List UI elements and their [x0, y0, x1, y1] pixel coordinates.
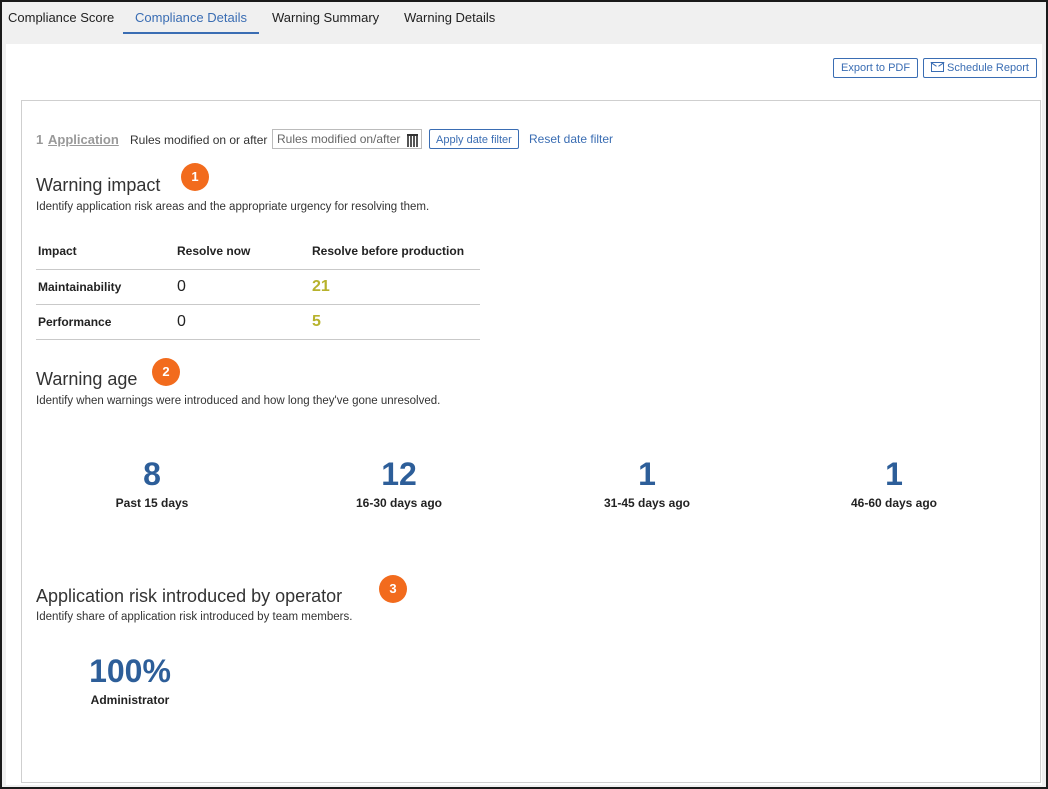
- age-stat-label: 46-60 days ago: [850, 496, 938, 510]
- age-stat-16-30[interactable]: 12 16-30 days ago: [319, 456, 479, 510]
- warning-impact-description: Identify application risk areas and the …: [36, 201, 430, 213]
- age-stat-past-15[interactable]: 8 Past 15 days: [72, 456, 232, 510]
- age-stat-label: Past 15 days: [115, 496, 189, 510]
- schedule-report-label: Schedule Report: [947, 62, 1029, 74]
- operator-risk-description: Identify share of application risk intro…: [36, 611, 353, 623]
- column-header-resolve-before-production: Resolve before production: [310, 233, 480, 270]
- warning-age-title: Warning age: [36, 369, 138, 389]
- rules-date-placeholder: Rules modified on/after: [277, 132, 401, 146]
- operator-stat-administrator[interactable]: 100% Administrator: [50, 653, 210, 707]
- step-badge-1: 1: [181, 163, 209, 191]
- rules-date-input[interactable]: Rules modified on/after: [272, 129, 422, 149]
- column-header-resolve-now: Resolve now: [175, 233, 310, 270]
- age-stat-46-60[interactable]: 1 46-60 days ago: [814, 456, 974, 510]
- impact-label: Performance: [36, 304, 175, 340]
- warning-impact-title: Warning impact: [36, 175, 161, 195]
- rules-modified-label: Rules modified on or after: [130, 133, 268, 147]
- age-stat-value: 8: [143, 456, 161, 492]
- age-stat-value: 1: [885, 456, 903, 492]
- tab-bar: Compliance Score Compliance Details Warn…: [2, 2, 1046, 42]
- table-row: Performance 0 5: [36, 304, 480, 340]
- reset-date-filter-link[interactable]: Reset date filter: [529, 132, 613, 146]
- tab-content: Export to PDF Schedule Report 1 Applicat…: [6, 44, 1042, 785]
- mail-icon: [931, 62, 944, 72]
- resolve-now-value: 0: [175, 269, 310, 305]
- resolve-before-value[interactable]: 5: [310, 304, 480, 340]
- step-badge-3: 3: [379, 575, 407, 603]
- operator-risk-title: Application risk introduced by operator: [36, 586, 343, 606]
- tab-compliance-score[interactable]: Compliance Score: [8, 2, 114, 32]
- age-stat-label: 16-30 days ago: [355, 496, 443, 510]
- calendar-icon[interactable]: [407, 134, 418, 147]
- schedule-report-button[interactable]: Schedule Report: [923, 58, 1037, 78]
- app-window: Compliance Score Compliance Details Warn…: [0, 0, 1048, 789]
- age-stat-label: 31-45 days ago: [603, 496, 691, 510]
- export-pdf-label: Export to PDF: [841, 62, 911, 74]
- resolve-now-value: 0: [175, 304, 310, 340]
- tab-warning-summary[interactable]: Warning Summary: [272, 2, 379, 32]
- column-header-impact: Impact: [36, 233, 175, 270]
- resolve-before-value[interactable]: 21: [310, 269, 480, 305]
- apply-date-filter-button[interactable]: Apply date filter: [429, 129, 519, 149]
- details-panel: 1 Application Rules modified on or after…: [21, 100, 1041, 783]
- tab-compliance-details[interactable]: Compliance Details: [123, 2, 259, 34]
- age-stat-value: 1: [638, 456, 656, 492]
- application-link[interactable]: Application: [48, 132, 119, 147]
- age-stat-value: 12: [381, 456, 417, 492]
- operator-stat-value: 100%: [89, 653, 171, 689]
- age-stat-31-45[interactable]: 1 31-45 days ago: [567, 456, 727, 510]
- impact-label: Maintainability: [36, 269, 175, 305]
- warning-age-description: Identify when warnings were introduced a…: [36, 395, 441, 407]
- step-badge-2: 2: [152, 358, 180, 386]
- export-pdf-button[interactable]: Export to PDF: [833, 58, 919, 78]
- apply-date-filter-label: Apply date filter: [436, 134, 512, 146]
- warning-impact-table: Impact Resolve now Resolve before produc…: [36, 233, 480, 340]
- application-count: 1: [36, 132, 44, 147]
- table-header-row: Impact Resolve now Resolve before produc…: [36, 233, 480, 270]
- table-row: Maintainability 0 21: [36, 269, 480, 305]
- operator-stat-label: Administrator: [90, 693, 170, 707]
- tab-warning-details[interactable]: Warning Details: [404, 2, 495, 32]
